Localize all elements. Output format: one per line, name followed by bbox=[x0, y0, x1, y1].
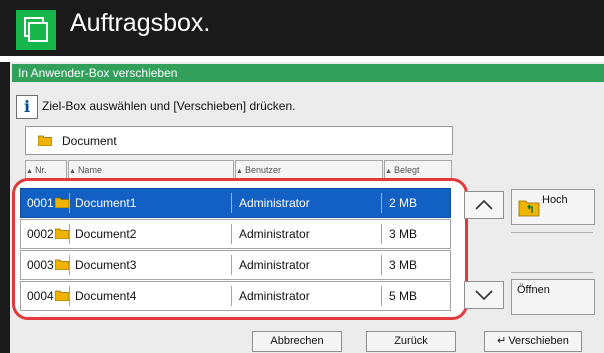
row-number: 0001 bbox=[27, 196, 54, 210]
table-row[interactable]: 0003 Document3 Administrator 3 MB bbox=[20, 250, 451, 280]
back-button[interactable]: Zurück bbox=[366, 331, 456, 352]
scroll-up-button[interactable] bbox=[464, 191, 504, 219]
folder-up-icon bbox=[518, 200, 540, 217]
cell-divider bbox=[69, 224, 70, 244]
table-row[interactable]: 0001 Document1 Administrator 2 MB bbox=[20, 188, 451, 218]
column-header-user[interactable]: ▲ Benutzer bbox=[235, 160, 383, 180]
cell-divider bbox=[231, 193, 232, 213]
row-size: 3 MB bbox=[389, 258, 418, 272]
move-button[interactable]: ↵ Verschieben bbox=[484, 331, 582, 352]
row-name: Document3 bbox=[75, 258, 137, 272]
row-user: Administrator bbox=[239, 258, 310, 272]
row-size: 5 MB bbox=[389, 289, 418, 303]
side-divider bbox=[511, 272, 593, 273]
row-name: Document2 bbox=[75, 227, 137, 241]
row-number: 0002 bbox=[27, 227, 54, 241]
folder-icon bbox=[38, 135, 52, 146]
row-size: 2 MB bbox=[389, 196, 418, 210]
column-header-size[interactable]: ▲ Belegt bbox=[384, 160, 452, 180]
up-button[interactable]: Hoch bbox=[511, 189, 595, 225]
cell-divider bbox=[69, 255, 70, 275]
row-number: 0004 bbox=[27, 289, 54, 303]
open-button-label: Öffnen bbox=[517, 284, 550, 296]
side-divider bbox=[511, 232, 593, 233]
instruction-text: Ziel-Box auswählen und [Verschieben] drü… bbox=[42, 99, 296, 113]
open-button[interactable]: Öffnen bbox=[511, 279, 595, 315]
table-row[interactable]: 0004 Document4 Administrator 5 MB bbox=[20, 281, 451, 311]
left-border-strip bbox=[0, 62, 10, 353]
sort-arrow-icon: ▲ bbox=[69, 168, 76, 175]
column-header-name[interactable]: ▲ Name bbox=[68, 160, 234, 180]
current-path-bar: Document bbox=[25, 126, 453, 155]
chevron-up-icon bbox=[475, 199, 493, 210]
cell-divider bbox=[381, 193, 382, 213]
cell-divider bbox=[381, 255, 382, 275]
folder-icon bbox=[55, 290, 69, 301]
up-button-label: Hoch bbox=[542, 194, 568, 206]
app-header: Auftragsbox. bbox=[0, 0, 604, 56]
scroll-down-button[interactable] bbox=[464, 281, 504, 309]
info-icon: i bbox=[16, 95, 38, 119]
sort-arrow-icon: ▲ bbox=[385, 168, 392, 175]
folder-icon bbox=[55, 259, 69, 270]
cell-divider bbox=[231, 224, 232, 244]
cell-divider bbox=[231, 286, 232, 306]
folder-icon bbox=[55, 228, 69, 239]
row-size: 3 MB bbox=[389, 227, 418, 241]
enter-icon: ↵ bbox=[497, 335, 507, 347]
column-header-nr[interactable]: ▲ Nr. bbox=[25, 160, 67, 180]
document-box-icon bbox=[16, 10, 56, 50]
row-user: Administrator bbox=[239, 289, 310, 303]
chevron-down-icon bbox=[475, 290, 493, 301]
row-name: Document4 bbox=[75, 289, 137, 303]
row-name: Document1 bbox=[75, 196, 137, 210]
dialog-title-bar: In Anwender-Box verschieben bbox=[12, 64, 604, 82]
folder-icon bbox=[55, 197, 69, 208]
cell-divider bbox=[69, 286, 70, 306]
cell-divider bbox=[69, 193, 70, 213]
instruction-message: i Ziel-Box auswählen und [Verschieben] d… bbox=[16, 95, 316, 125]
cell-divider bbox=[231, 255, 232, 275]
current-path: Document bbox=[62, 134, 117, 148]
cancel-button[interactable]: Abbrechen bbox=[252, 331, 342, 352]
row-number: 0003 bbox=[27, 258, 54, 272]
sort-arrow-icon: ▲ bbox=[236, 168, 243, 175]
row-user: Administrator bbox=[239, 227, 310, 241]
row-user: Administrator bbox=[239, 196, 310, 210]
sort-arrow-icon: ▲ bbox=[26, 168, 33, 175]
cell-divider bbox=[381, 286, 382, 306]
table-row[interactable]: 0002 Document2 Administrator 3 MB bbox=[20, 219, 451, 249]
app-title: Auftragsbox. bbox=[70, 9, 211, 37]
dialog-title: In Anwender-Box verschieben bbox=[18, 66, 178, 80]
cell-divider bbox=[381, 224, 382, 244]
